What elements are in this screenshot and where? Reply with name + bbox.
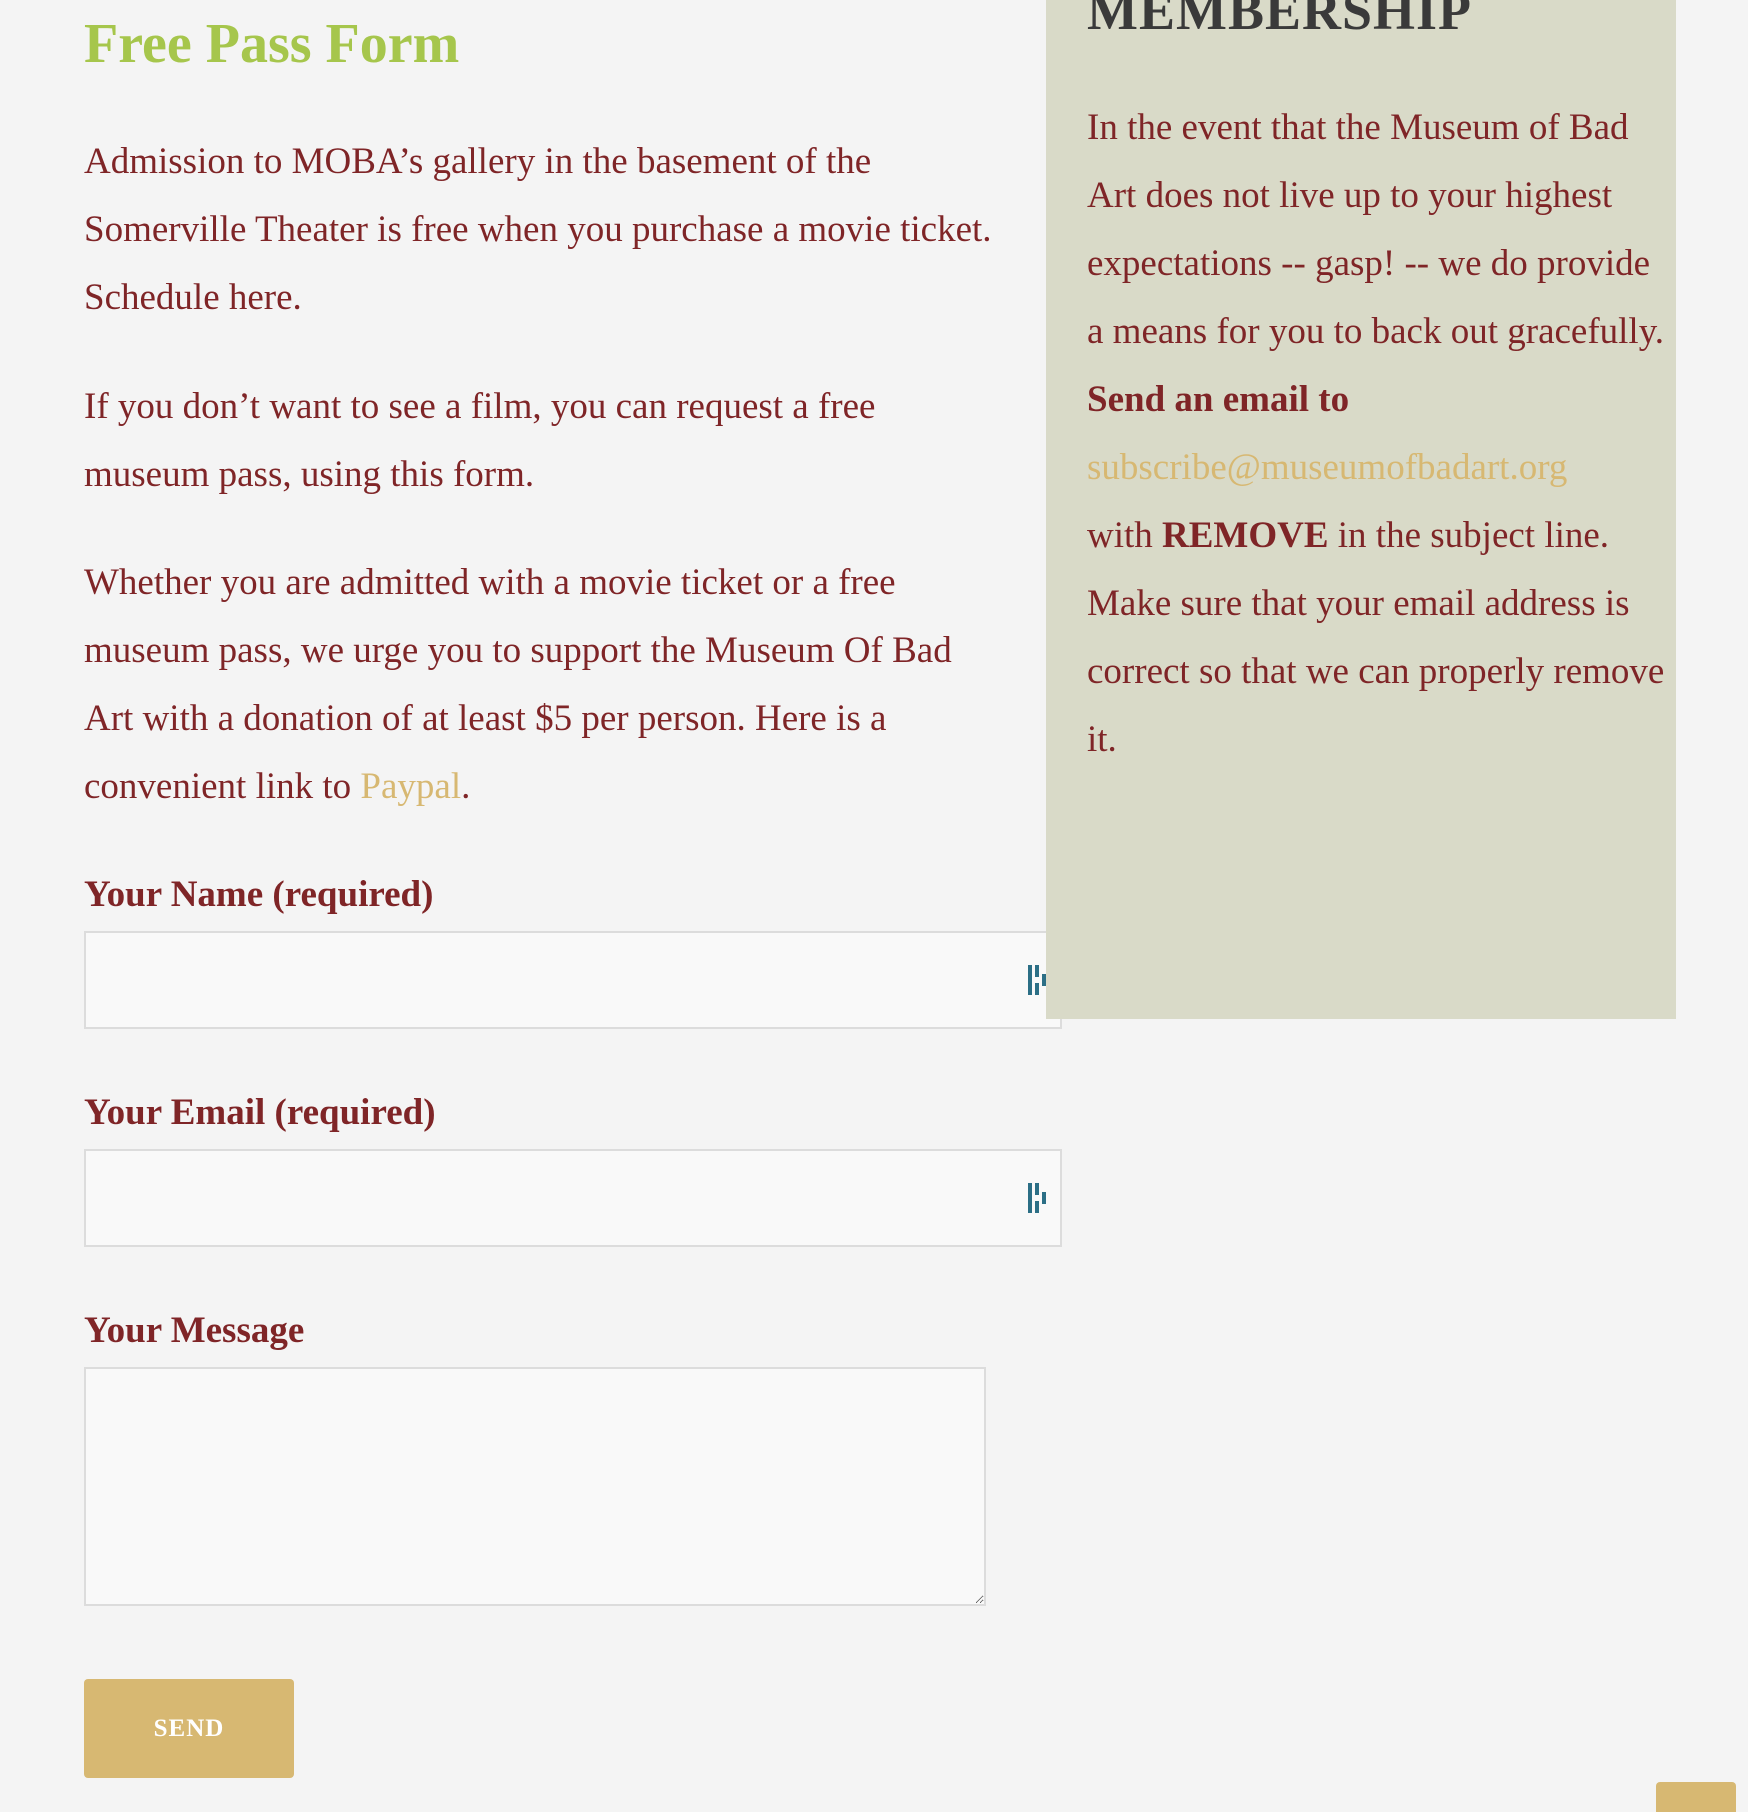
- membership-text: In the event that the Museum of Bad Art …: [1087, 94, 1667, 774]
- intro-paragraph-admission: Admission to MOBA’s gallery in the basem…: [84, 141, 992, 318]
- donation-text: Whether you are admitted with a movie ti…: [84, 562, 952, 807]
- name-input[interactable]: [84, 931, 1062, 1029]
- membership-sidebar: MEMBERSHIP In the event that the Museum …: [1046, 0, 1676, 1019]
- subscribe-email-link[interactable]: subscribe@museumofbadart.org: [1087, 447, 1567, 488]
- password-manager-key-icon[interactable]: [1028, 965, 1046, 995]
- name-label: Your Name (required): [84, 874, 434, 915]
- send-email-label: Send an email to: [1087, 379, 1350, 420]
- membership-heading: MEMBERSHIP: [1087, 0, 1473, 41]
- intro-paragraph-donation: Whether you are admitted with a movie ti…: [84, 549, 994, 821]
- with-word: with: [1087, 515, 1153, 556]
- email-input[interactable]: [84, 1149, 1062, 1247]
- membership-intro: In the event that the Museum of Bad Art …: [1087, 107, 1665, 352]
- donation-period: .: [461, 766, 471, 807]
- remove-keyword: REMOVE: [1162, 515, 1329, 556]
- password-manager-key-icon[interactable]: [1028, 1183, 1046, 1213]
- paypal-link[interactable]: Paypal: [360, 766, 461, 807]
- email-label: Your Email (required): [84, 1092, 436, 1133]
- intro-paragraph-free-pass: If you don’t want to see a film, you can…: [84, 386, 876, 495]
- message-label: Your Message: [84, 1310, 305, 1351]
- message-textarea[interactable]: [84, 1367, 986, 1606]
- scroll-to-top-button[interactable]: [1656, 1782, 1736, 1812]
- page-title: Free Pass Form: [84, 13, 460, 75]
- send-button[interactable]: SEND: [84, 1679, 294, 1778]
